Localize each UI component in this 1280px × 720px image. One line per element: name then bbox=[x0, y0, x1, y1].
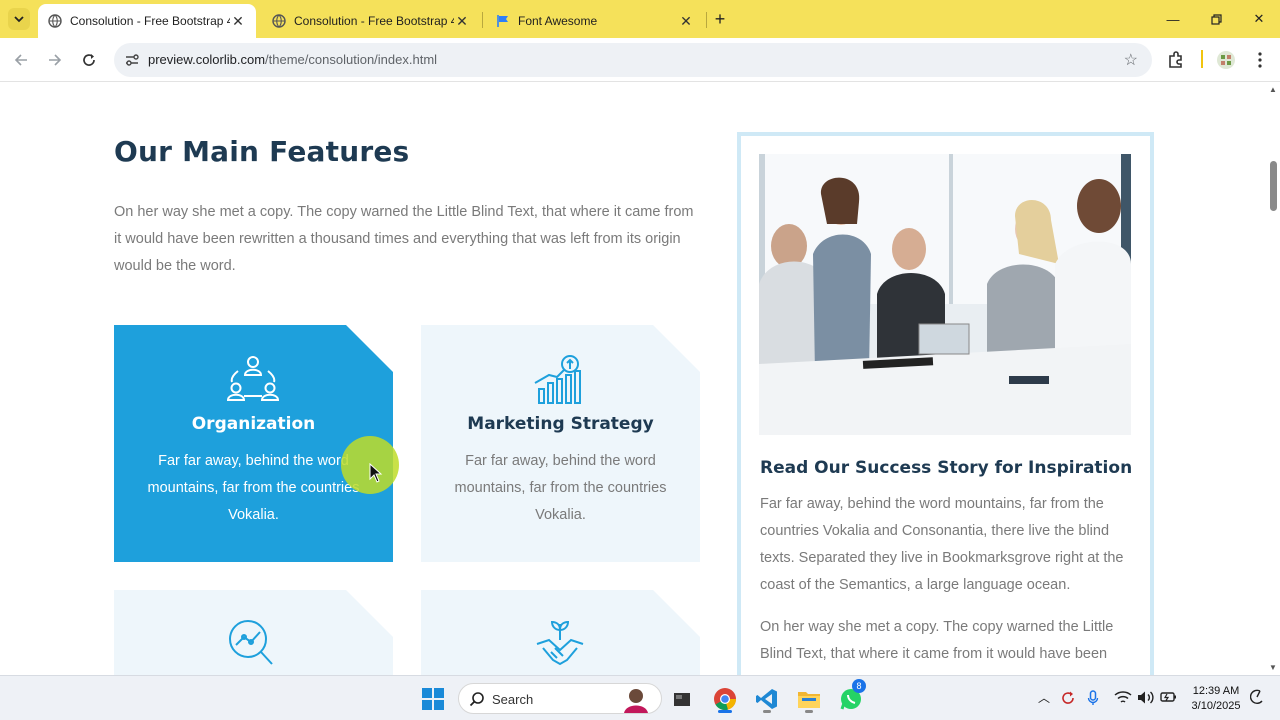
notification-badge: 8 bbox=[852, 679, 866, 693]
feature-card-desc: Far far away, behind the word mountains,… bbox=[454, 453, 667, 523]
features-title: Our Main Features bbox=[114, 135, 410, 168]
tab-divider bbox=[706, 12, 707, 28]
toolbar-divider bbox=[1201, 50, 1203, 68]
close-icon[interactable]: ✕ bbox=[454, 13, 470, 29]
notifications-icon[interactable] bbox=[1250, 689, 1264, 705]
web-page: Our Main Features On her way she met a c… bbox=[0, 83, 1266, 675]
search-icon bbox=[469, 692, 484, 707]
feature-card-title: Organization bbox=[191, 414, 316, 434]
globe-icon bbox=[48, 14, 62, 28]
tab-title: Consolution - Free Bootstrap 4 bbox=[294, 14, 454, 28]
success-story-panel: Read Our Success Story for Inspiration F… bbox=[737, 132, 1154, 675]
taskbar-app-whatsapp[interactable]: 8 bbox=[835, 679, 867, 715]
feature-card-title: Marketing Strategy bbox=[467, 414, 654, 434]
tab-title: Font Awesome bbox=[518, 14, 598, 28]
back-button[interactable] bbox=[9, 48, 33, 72]
feature-card-growth[interactable] bbox=[421, 590, 700, 675]
taskbar-search-label: Search bbox=[492, 692, 534, 707]
tab-title: Consolution - Free Bootstrap 4 bbox=[70, 14, 230, 28]
taskbar-app-chrome[interactable] bbox=[709, 683, 741, 715]
puzzle-icon bbox=[1169, 51, 1182, 68]
running-app-indicator bbox=[763, 710, 771, 713]
search-chart-icon bbox=[229, 620, 273, 665]
extensions-button[interactable] bbox=[1164, 48, 1188, 72]
chevron-down-icon bbox=[14, 16, 24, 23]
mouse-pointer-icon bbox=[369, 463, 383, 483]
tab-strip: Consolution - Free Bootstrap 4 ✕ Consolu… bbox=[0, 0, 1280, 38]
file-manager-icon bbox=[674, 693, 690, 706]
volume-icon[interactable] bbox=[1137, 690, 1155, 705]
close-icon[interactable]: ✕ bbox=[678, 13, 694, 29]
new-tab-button[interactable]: + bbox=[710, 9, 730, 29]
browser-menu-button[interactable] bbox=[1248, 48, 1272, 72]
browser-toolbar: preview.colorlib.com/theme/consolution/i… bbox=[0, 38, 1280, 82]
feature-card-analysis[interactable] bbox=[114, 590, 393, 675]
chevron-up-icon[interactable]: ︿ bbox=[1038, 689, 1050, 706]
features-intro: On her way she met a copy. The copy warn… bbox=[114, 204, 694, 274]
page-scrollbar[interactable]: ▲ ▼ bbox=[1266, 83, 1280, 675]
scroll-down-arrow-icon[interactable]: ▼ bbox=[1269, 663, 1277, 672]
tab-divider bbox=[482, 12, 483, 28]
organization-icon bbox=[226, 356, 280, 401]
clock-date: 3/10/2025 bbox=[1191, 700, 1241, 712]
tab-search-button[interactable] bbox=[8, 8, 30, 30]
growth-chart-icon bbox=[534, 355, 581, 404]
avatar-icon bbox=[1217, 51, 1235, 69]
tab-consolution-1[interactable]: Consolution - Free Bootstrap 4 ✕ bbox=[38, 4, 256, 38]
sync-icon[interactable] bbox=[1060, 690, 1076, 706]
system-clock[interactable]: 12:39 AM 3/10/2025 bbox=[1186, 684, 1246, 714]
running-app-indicator bbox=[805, 710, 813, 713]
url-host: preview.colorlib.com bbox=[148, 52, 266, 67]
taskbar-app-vscode[interactable] bbox=[751, 683, 783, 715]
scrollbar-thumb[interactable] bbox=[1270, 161, 1277, 211]
taskbar-app-files[interactable] bbox=[666, 683, 698, 715]
chrome-icon bbox=[714, 688, 736, 711]
plant-handshake-icon bbox=[536, 620, 584, 666]
business-team-photo bbox=[759, 154, 1131, 435]
feature-card-desc: Far far away, behind the word mountains,… bbox=[147, 453, 360, 523]
microphone-icon[interactable] bbox=[1087, 690, 1099, 706]
feature-card-marketing[interactable]: Marketing Strategy Far far away, behind … bbox=[421, 325, 700, 562]
scroll-up-arrow-icon[interactable]: ▲ bbox=[1269, 85, 1277, 94]
kebab-menu-icon bbox=[1258, 52, 1262, 68]
taskbar-app-explorer[interactable] bbox=[793, 683, 825, 715]
start-button[interactable] bbox=[417, 683, 449, 715]
restore-button[interactable] bbox=[1205, 8, 1227, 30]
minimize-button[interactable]: — bbox=[1162, 8, 1184, 30]
clock-time: 12:39 AM bbox=[1192, 685, 1240, 697]
taskbar-search[interactable]: Search bbox=[458, 683, 662, 714]
story-paragraph-1: Far far away, behind the word mountains,… bbox=[760, 496, 1124, 593]
vscode-icon bbox=[756, 689, 777, 709]
tab-font-awesome[interactable]: Font Awesome ✕ bbox=[486, 4, 704, 38]
close-icon[interactable]: ✕ bbox=[230, 13, 246, 29]
arrow-right-icon bbox=[49, 54, 62, 66]
windows-taskbar: Search 8 ︿ 12:39 AM 3/10/2025 bbox=[0, 675, 1280, 720]
restore-icon bbox=[1210, 13, 1222, 25]
search-highlight-icon bbox=[624, 689, 648, 713]
story-title: Read Our Success Story for Inspiration bbox=[760, 458, 1133, 478]
windows-logo-icon bbox=[422, 688, 444, 710]
forward-button[interactable] bbox=[43, 48, 67, 72]
close-window-button[interactable]: ✕ bbox=[1248, 8, 1270, 30]
bookmark-star-icon[interactable]: ☆ bbox=[1124, 50, 1138, 70]
flag-icon bbox=[496, 14, 510, 28]
address-bar[interactable]: preview.colorlib.com/theme/consolution/i… bbox=[114, 43, 1152, 77]
profile-avatar[interactable] bbox=[1214, 48, 1238, 72]
reload-button[interactable] bbox=[77, 48, 101, 72]
active-app-indicator bbox=[718, 710, 732, 713]
arrow-left-icon bbox=[14, 54, 27, 66]
folder-icon bbox=[798, 692, 820, 708]
tab-consolution-2[interactable]: Consolution - Free Bootstrap 4 ✕ bbox=[262, 4, 480, 38]
globe-icon bbox=[272, 14, 286, 28]
url-path: /theme/consolution/index.html bbox=[265, 52, 438, 67]
url-text: preview.colorlib.com/theme/consolution/i… bbox=[148, 52, 437, 67]
battery-charging-icon[interactable] bbox=[1160, 690, 1178, 704]
story-paragraph-2: On her way she met a copy. The copy warn… bbox=[760, 619, 1114, 662]
reload-icon bbox=[83, 54, 95, 66]
wifi-icon[interactable] bbox=[1114, 690, 1132, 705]
site-settings-icon[interactable] bbox=[124, 52, 140, 68]
